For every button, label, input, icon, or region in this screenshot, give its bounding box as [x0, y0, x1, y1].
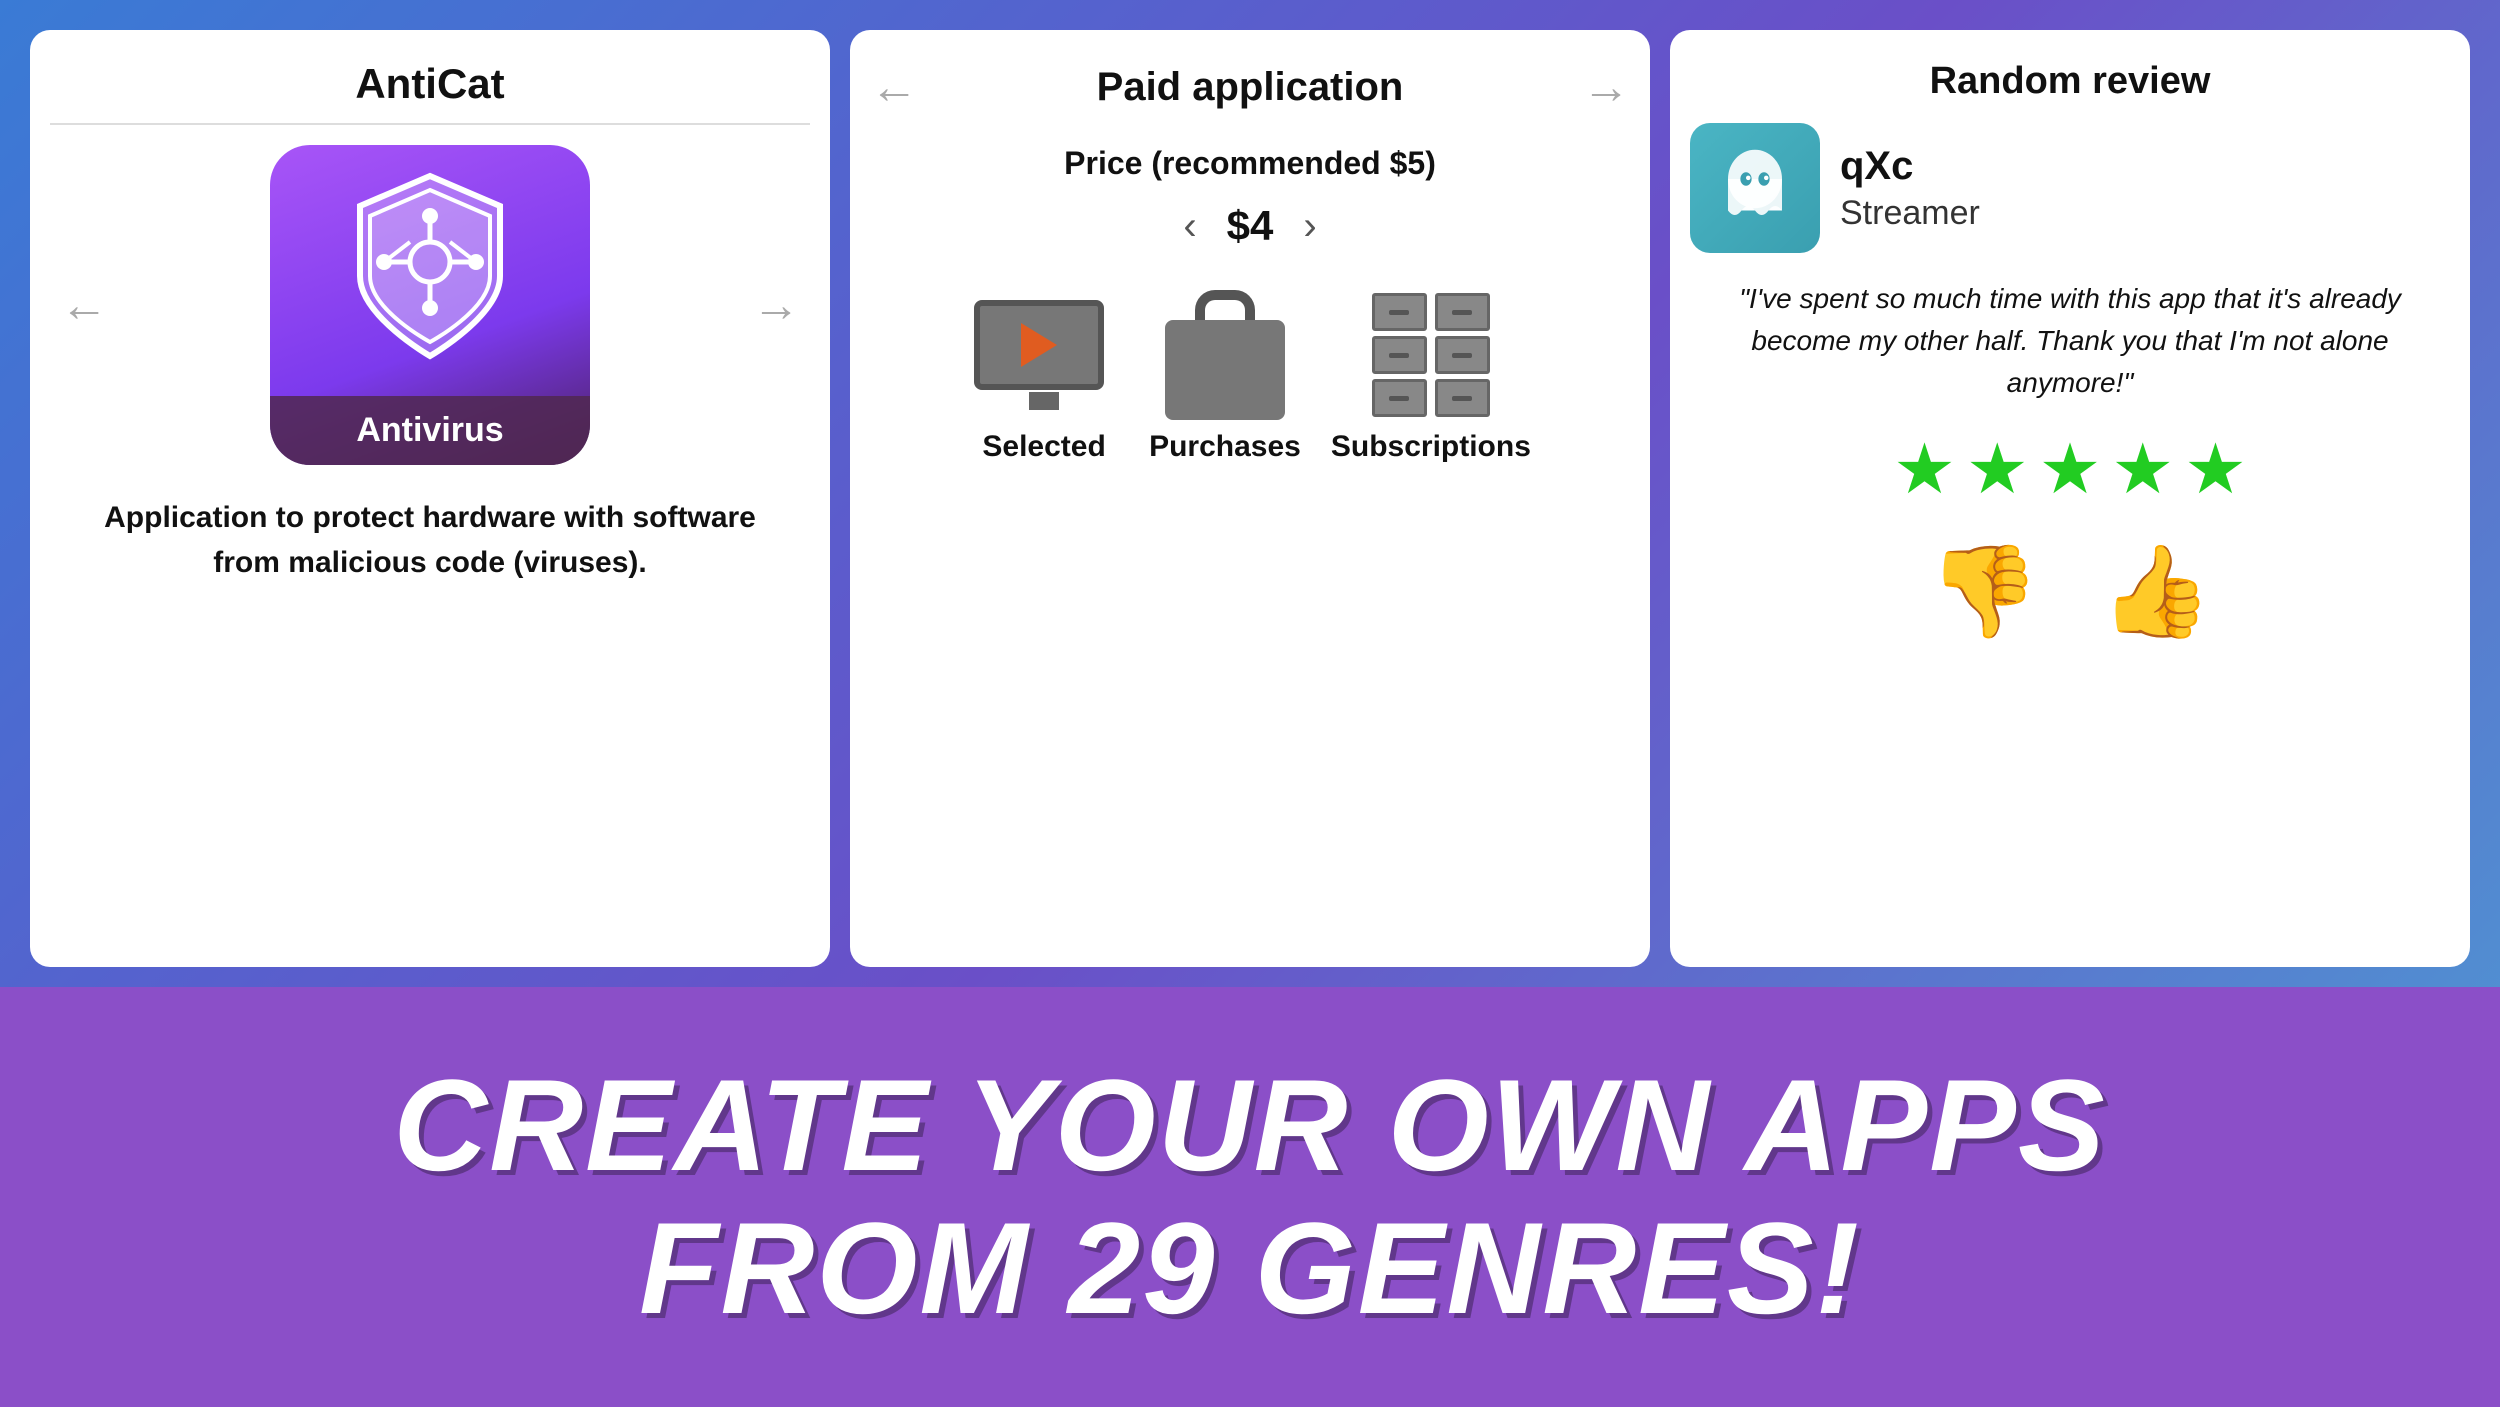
drawer-5: [1435, 336, 1490, 374]
price-label: Price (recommended $5): [1064, 145, 1436, 182]
shield-area: [330, 145, 530, 396]
cabinet-column-2: [1435, 293, 1490, 417]
drawer-6: [1435, 379, 1490, 417]
drawer-handle-3: [1389, 396, 1409, 401]
shield-icon: [330, 166, 530, 366]
bottom-banner: Create your own apps from 29 genres!: [0, 987, 2500, 1407]
ghost-app-icon: [1690, 123, 1820, 253]
subscriptions-label: Subscriptions: [1331, 430, 1531, 464]
drawer-4: [1435, 293, 1490, 331]
selected-label: Selected: [982, 430, 1105, 464]
app-label: Antivirus: [356, 411, 503, 449]
price-row: ‹ $4 ›: [1183, 202, 1316, 250]
price-value: $4: [1227, 202, 1274, 250]
paid-application-card: ← Paid application → Price (recommended …: [850, 30, 1650, 967]
card2-next-button[interactable]: →: [1582, 60, 1630, 115]
card2-nav: ← Paid application →: [870, 60, 1630, 115]
review-text: "I've spent so much time with this app t…: [1690, 278, 2450, 404]
bag-body: [1165, 320, 1285, 420]
cabinet-column-1: [1372, 293, 1427, 417]
purchases-option[interactable]: Purchases: [1149, 290, 1301, 464]
app-name: qXc: [1840, 144, 1980, 189]
star-2: ★: [1966, 434, 2029, 504]
app-showcase: ←: [50, 145, 810, 465]
drawer-3: [1372, 379, 1427, 417]
star-5: ★: [2184, 434, 2247, 504]
purchases-icon-area: [1150, 290, 1300, 420]
thumbs-row: 👎 👍: [1928, 539, 2212, 644]
cabinet-icon: [1372, 293, 1490, 417]
star-3: ★: [2039, 434, 2102, 504]
banner-line1: Create your own apps: [393, 1052, 2106, 1198]
drawer-handle-5: [1452, 353, 1472, 358]
payment-options: Selected Purchases: [870, 290, 1630, 464]
app-icon: Antivirus: [270, 145, 590, 465]
star-1: ★: [1893, 434, 1956, 504]
ghost-svg: [1710, 143, 1800, 233]
drawer-handle-1: [1389, 310, 1409, 315]
app-label-bar: Antivirus: [270, 396, 590, 465]
app-name-block: qXc Streamer: [1840, 144, 1980, 233]
monitor-screen: [974, 300, 1104, 390]
drawer-handle-2: [1389, 353, 1409, 358]
banner-text: Create your own apps from 29 genres!: [393, 1054, 2106, 1340]
app-genre: Streamer: [1840, 194, 1980, 233]
drawer-2: [1372, 336, 1427, 374]
stars-row: ★ ★ ★ ★ ★: [1893, 434, 2247, 504]
drawer-handle-6: [1452, 396, 1472, 401]
prev-app-button[interactable]: ←: [60, 278, 108, 333]
price-down-button[interactable]: ‹: [1183, 204, 1196, 249]
monitor-icon: [974, 300, 1114, 410]
card1-divider: [50, 123, 810, 125]
purchases-label: Purchases: [1149, 430, 1301, 464]
app-description: Application to protect hardware with sof…: [50, 495, 810, 585]
anticat-card: AntiCat ←: [30, 30, 830, 967]
play-icon: [1021, 323, 1057, 367]
subscriptions-icon-area: [1356, 290, 1506, 420]
shopping-bag-icon: [1165, 290, 1285, 420]
star-4: ★: [2111, 434, 2174, 504]
drawer-handle-4: [1452, 310, 1472, 315]
next-app-button[interactable]: →: [752, 278, 800, 333]
thumbs-down-icon[interactable]: 👎: [1928, 539, 2040, 644]
selected-icon-area: [969, 290, 1119, 420]
review-title: Random review: [1930, 60, 2211, 103]
anticat-title: AntiCat: [355, 60, 504, 108]
monitor-stand: [1029, 392, 1059, 410]
selected-option[interactable]: Selected: [969, 290, 1119, 464]
card2-nav-title: Paid application: [1097, 65, 1404, 110]
banner-line2: from 29 genres!: [639, 1195, 1861, 1341]
thumbs-up-icon[interactable]: 👍: [2100, 539, 2212, 644]
app-info-row: qXc Streamer: [1690, 123, 2450, 253]
random-review-card: Random review qXc Streamer: [1670, 30, 2470, 967]
card2-prev-button[interactable]: ←: [870, 60, 918, 115]
subscriptions-option[interactable]: Subscriptions: [1331, 290, 1531, 464]
price-up-button[interactable]: ›: [1303, 204, 1316, 249]
drawer-1: [1372, 293, 1427, 331]
